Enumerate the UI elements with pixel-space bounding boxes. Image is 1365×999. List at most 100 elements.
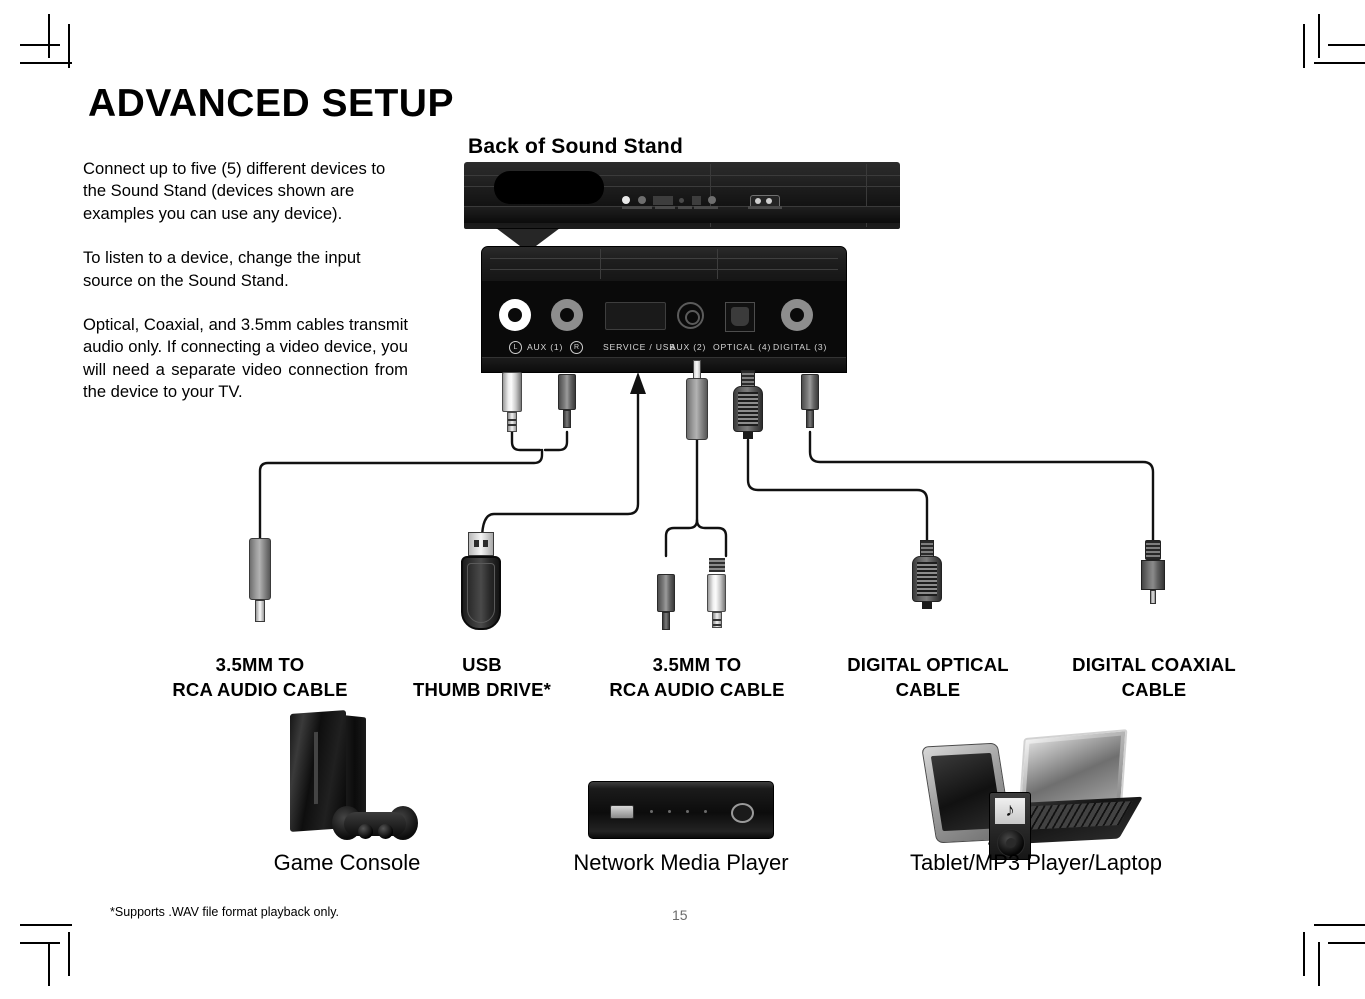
device-label-game-console: Game Console — [273, 850, 421, 875]
crop-mark-bottom-right-h2 — [1314, 924, 1365, 926]
media-player-led-2 — [668, 810, 671, 813]
connector-barrel — [707, 574, 726, 612]
cable-label-usb: USB THUMB DRIVE* — [384, 652, 580, 702]
panel-groove-2 — [490, 269, 838, 270]
media-player-led-4 — [704, 810, 707, 813]
cable-label-aux2: 3.5MM TO RCA AUDIO CABLE — [592, 652, 802, 702]
connector-body — [1141, 560, 1165, 590]
wire-coaxial — [808, 430, 1155, 542]
connector-barrel — [657, 574, 675, 612]
plug-neck — [693, 360, 701, 380]
plug-tip — [806, 410, 814, 428]
mini-port-labels-5 — [748, 206, 782, 209]
manual-page: ADVANCED SETUP Back of Sound Stand Conne… — [0, 0, 1365, 999]
console-disc-slot — [314, 731, 318, 805]
connector-tip — [662, 612, 670, 630]
connector-collar — [1145, 540, 1161, 560]
cable-label-coaxial: DIGITAL COAXIAL CABLE — [1052, 652, 1256, 702]
port-aux1-right-jack[interactable] — [551, 299, 583, 331]
usb-drive-shell — [461, 556, 501, 630]
sound-stand-rear-ports-mini — [622, 194, 782, 216]
connector-tip — [712, 612, 722, 628]
port-digital-label: DIGITAL (3) — [773, 342, 828, 352]
usb-arrow-head — [630, 372, 646, 394]
mp3-player-screen: ♪ — [995, 798, 1025, 824]
mini-port-labels-4 — [694, 206, 718, 209]
cable-label-optical: DIGITAL OPTICAL CABLE — [826, 652, 1030, 702]
crop-mark-bottom-right-v — [1318, 942, 1320, 986]
crop-mark-top-left-h2 — [20, 62, 72, 64]
device-image-network-media-player — [588, 781, 774, 839]
port-digital-coax-jack[interactable] — [781, 299, 813, 331]
panel-divider-left — [600, 249, 601, 279]
panel-groove-1 — [490, 258, 838, 259]
cable-label-usb-line2: THUMB DRIVE* — [412, 679, 552, 700]
port-aux1-left-jack[interactable] — [499, 299, 531, 331]
crop-mark-bottom-left-h — [20, 942, 60, 944]
crop-mark-bottom-left-v — [48, 942, 50, 986]
crop-mark-top-right-h2 — [1314, 62, 1365, 64]
wire-aux2-trunk — [664, 438, 699, 558]
connector-grill — [917, 562, 937, 596]
wire-optical — [746, 438, 929, 542]
instructions-paragraph-1: Connect up to five (5) different devices… — [83, 159, 386, 223]
panel-divider-right — [717, 249, 718, 279]
mini-port-labels-3 — [678, 206, 692, 209]
crop-mark-bottom-left-h2 — [20, 924, 72, 926]
controller-left-stick — [358, 824, 373, 839]
crop-mark-top-left-v — [48, 14, 50, 58]
sound-stand-cutout — [494, 171, 604, 204]
plug-barrel — [686, 378, 708, 440]
controller-right-stick — [378, 824, 393, 839]
plug-tip — [563, 410, 571, 428]
page-title: ADVANCED SETUP — [88, 82, 454, 125]
wire-aux2-branch — [695, 518, 728, 558]
device-label-tablet-mp3-laptop: Tablet/MP3 Player/Laptop — [910, 850, 1162, 875]
port-optical-toslink[interactable] — [725, 302, 755, 332]
port-usb-slot[interactable] — [605, 302, 666, 330]
port-aux1-label: AUX (1) — [527, 342, 564, 352]
cable-label-aux1-line1: 3.5MM TO — [215, 654, 305, 675]
connector-pin — [1150, 590, 1156, 604]
game-controller — [332, 804, 418, 844]
plug-barrel — [502, 372, 522, 412]
plug-grill — [738, 392, 758, 426]
mini-port-labels-2 — [655, 206, 675, 209]
device-label-network-media-player: Network Media Player — [573, 850, 789, 875]
section-title: Back of Sound Stand — [468, 135, 683, 158]
mini-port-aux2 — [679, 198, 684, 203]
mini-port-aux1-left — [622, 196, 630, 204]
cable-label-usb-line1: USB — [462, 654, 502, 675]
connector-ribs — [709, 558, 725, 572]
cable-label-coaxial-line2: CABLE — [1121, 679, 1187, 700]
instructions-paragraph-3: Optical, Coaxial, and 3.5mm cables trans… — [83, 315, 408, 402]
port-optical-label: OPTICAL (4) — [713, 342, 772, 352]
plug-foot — [743, 432, 753, 439]
plug-barrel — [558, 374, 576, 410]
crop-mark-top-right-v — [1318, 14, 1320, 58]
crop-mark-top-left-h — [20, 44, 60, 46]
mini-port-digital — [708, 196, 716, 204]
cable-label-aux1-line2: RCA AUDIO CABLE — [172, 679, 348, 700]
mini-port-optical — [692, 196, 701, 205]
port-aux1-left-badge: L — [509, 341, 522, 354]
connector-tip — [255, 600, 265, 622]
controller-body — [344, 812, 406, 836]
media-player-power-button — [731, 803, 754, 823]
instructions-text: Connect up to five (5) different devices… — [83, 158, 408, 426]
wire-usb-run — [480, 390, 640, 542]
panel-top-strip — [482, 247, 846, 281]
media-player-usb-port — [610, 805, 634, 819]
cable-label-coaxial-line1: DIGITAL COAXIAL — [1072, 654, 1236, 675]
crop-mark-bottom-left-v2 — [68, 932, 70, 976]
port-usb-label: SERVICE / USB — [603, 342, 676, 352]
cable-label-aux1: 3.5MM TO RCA AUDIO CABLE — [155, 652, 365, 702]
connector-barrel — [249, 538, 271, 600]
mini-port-aux1-right — [638, 196, 646, 204]
port-aux2-jack[interactable] — [677, 302, 704, 329]
usb-connector-metal — [468, 532, 494, 556]
mini-port-labels-1 — [622, 206, 652, 209]
plug-barrel — [801, 374, 819, 410]
media-player-led-1 — [650, 810, 653, 813]
page-number: 15 — [672, 907, 688, 923]
